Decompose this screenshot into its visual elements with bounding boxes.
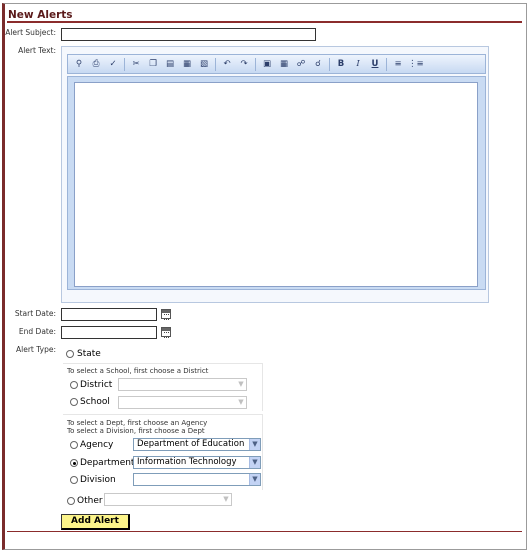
agency-hint: To select a Dept, first choose an Agency xyxy=(67,419,208,427)
other-radio[interactable] xyxy=(67,497,75,505)
other-label: Other xyxy=(77,496,103,506)
division-radio[interactable] xyxy=(70,476,78,484)
department-label: Department xyxy=(80,458,135,468)
editor-toolbar: ⚲ ⎙ ✓ ✂ ❐ ▤ ▦ ▧ ↶ ↷ ▣ ▦ ☍ ☌ B I U ≡ ⋮≡ xyxy=(67,54,486,74)
toolbar-separator xyxy=(255,57,256,71)
underline-icon[interactable]: U xyxy=(368,57,382,71)
division-hint: To select a Division, first choose a Dep… xyxy=(67,427,205,435)
chevron-down-icon: ▼ xyxy=(235,397,246,408)
alert-subject-input[interactable] xyxy=(61,28,316,41)
calendar-icon[interactable] xyxy=(161,327,171,338)
school-label: School xyxy=(80,397,110,407)
district-radio[interactable] xyxy=(70,381,78,389)
division-label: Division xyxy=(80,475,116,485)
alert-type-label: Alert Type: xyxy=(16,345,56,354)
print-icon[interactable]: ⎙ xyxy=(89,57,103,71)
toolbar-separator xyxy=(386,57,387,71)
alert-text-area[interactable] xyxy=(74,82,478,287)
school-select[interactable]: ▼ xyxy=(118,396,247,409)
division-select[interactable]: ▼ xyxy=(133,473,261,486)
agency-select[interactable]: Department of Education ▼ xyxy=(133,438,261,451)
italic-icon[interactable]: I xyxy=(351,57,365,71)
end-date-input[interactable] xyxy=(61,326,157,339)
chevron-down-icon: ▼ xyxy=(220,494,231,505)
redo-icon[interactable]: ↷ xyxy=(237,57,251,71)
title-divider xyxy=(7,21,522,23)
paste-text-icon[interactable]: ▧ xyxy=(197,57,211,71)
end-date-label: End Date: xyxy=(18,327,56,336)
copy-icon[interactable]: ❐ xyxy=(146,57,160,71)
cut-icon[interactable]: ✂ xyxy=(129,57,143,71)
paste-icon[interactable]: ▤ xyxy=(163,57,177,71)
alert-text-label: Alert Text: xyxy=(18,46,56,55)
other-select[interactable]: ▼ xyxy=(104,493,232,506)
toolbar-separator xyxy=(215,57,216,71)
paste-word-icon[interactable]: ▦ xyxy=(180,57,194,71)
state-radio[interactable] xyxy=(66,350,74,358)
unlink-icon[interactable]: ☌ xyxy=(311,57,325,71)
state-label: State xyxy=(77,349,101,359)
start-date-label: Start Date: xyxy=(14,309,56,318)
alert-subject-label: Alert Subject: xyxy=(5,28,56,37)
undo-icon[interactable]: ↶ xyxy=(220,57,234,71)
page-icon[interactable]: ▣ xyxy=(260,57,274,71)
bold-icon[interactable]: B xyxy=(334,57,348,71)
spellcheck-icon[interactable]: ✓ xyxy=(106,57,120,71)
chevron-down-icon: ▼ xyxy=(249,457,260,468)
start-date-input[interactable] xyxy=(61,308,157,321)
agency-label: Agency xyxy=(80,440,114,450)
bottom-divider xyxy=(7,531,522,532)
agency-radio[interactable] xyxy=(70,441,78,449)
find-icon[interactable]: ⚲ xyxy=(72,57,86,71)
district-label: District xyxy=(80,380,113,390)
calendar-icon[interactable] xyxy=(161,309,171,320)
page-title: New Alerts xyxy=(8,9,73,21)
toolbar-separator xyxy=(124,57,125,71)
toolbar-separator xyxy=(329,57,330,71)
chevron-down-icon: ▼ xyxy=(249,439,260,450)
chevron-down-icon: ▼ xyxy=(249,474,260,485)
district-select[interactable]: ▼ xyxy=(118,378,247,391)
school-radio[interactable] xyxy=(70,398,78,406)
bullet-list-icon[interactable]: ⋮≡ xyxy=(408,57,424,71)
department-radio[interactable] xyxy=(70,459,78,467)
chevron-down-icon: ▼ xyxy=(235,379,246,390)
link-icon[interactable]: ☍ xyxy=(294,57,308,71)
school-hint: To select a School, first choose a Distr… xyxy=(67,367,209,375)
table-icon[interactable]: ▦ xyxy=(277,57,291,71)
ordered-list-icon[interactable]: ≡ xyxy=(391,57,405,71)
add-alert-button[interactable]: Add Alert xyxy=(61,514,130,530)
department-select[interactable]: Information Technology ▼ xyxy=(133,456,261,469)
